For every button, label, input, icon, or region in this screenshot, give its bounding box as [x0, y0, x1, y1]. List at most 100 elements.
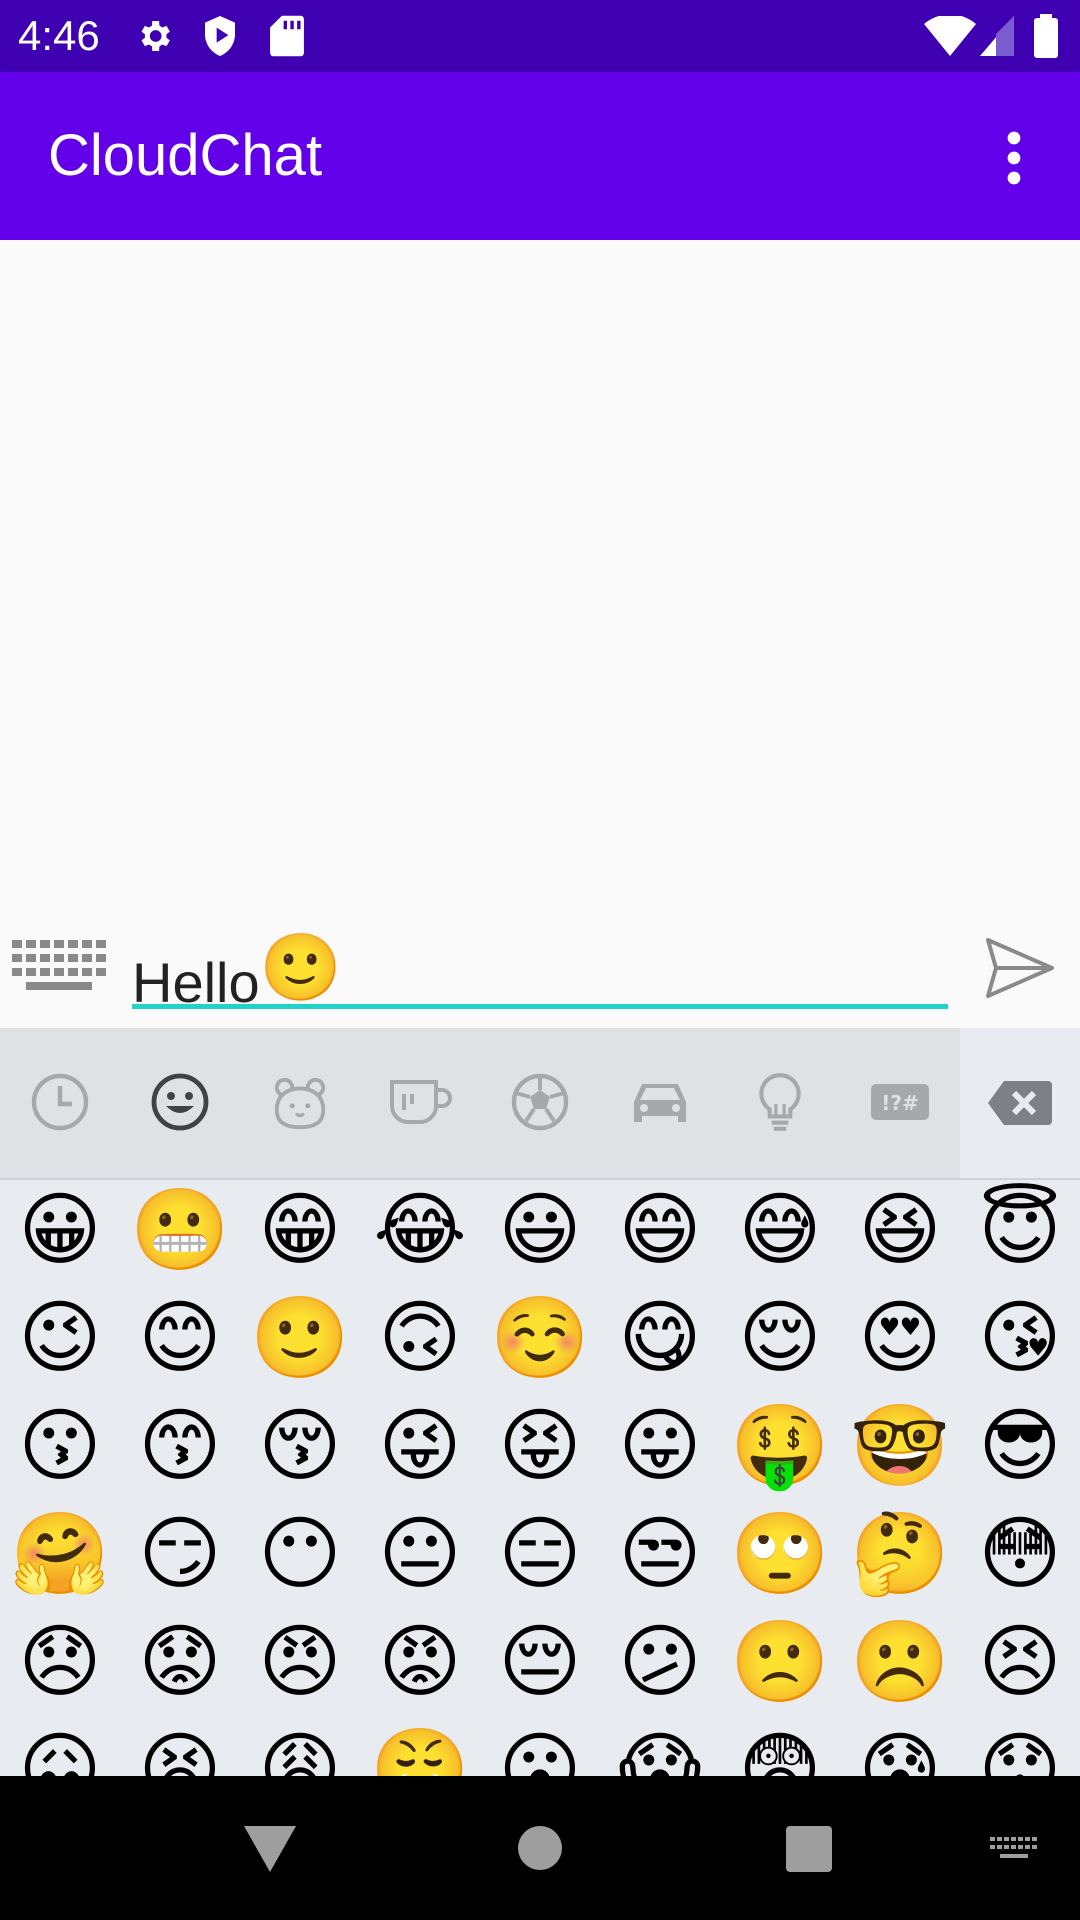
emoji-key[interactable]: 😖	[10, 1720, 110, 1776]
emoji-key[interactable]: 🤔	[850, 1504, 950, 1604]
sd-card-icon	[270, 15, 304, 57]
animals-icon	[274, 1077, 326, 1130]
back-icon[interactable]	[244, 1826, 296, 1872]
app-bar: CloudChat	[0, 72, 1080, 240]
emoji-key[interactable]: 🤗	[10, 1504, 110, 1604]
emoji-key[interactable]: 😠	[250, 1612, 350, 1712]
emoji-key[interactable]: 😆	[850, 1180, 950, 1280]
emoji-key[interactable]: 😶	[250, 1504, 350, 1604]
emoji-key[interactable]: 😟	[130, 1612, 230, 1712]
emoji-key[interactable]: 😤	[370, 1720, 470, 1776]
emoji-key[interactable]: 😨	[730, 1720, 830, 1776]
emoji-key[interactable]: 🙃	[370, 1288, 470, 1388]
emoji-key[interactable]: 😗	[10, 1396, 110, 1496]
smileys-icon	[151, 1073, 209, 1131]
emoji-key[interactable]: 😔	[490, 1612, 590, 1712]
travel-icon	[634, 1084, 686, 1122]
backspace-icon	[988, 1081, 1052, 1125]
emoji-key[interactable]: 🤓	[850, 1396, 950, 1496]
emoji-tab-objects[interactable]	[725, 1050, 835, 1154]
emoji-key[interactable]: 😞	[10, 1612, 110, 1712]
objects-icon	[759, 1073, 801, 1131]
emoji-key[interactable]: 😱	[610, 1720, 710, 1776]
more-vert-icon[interactable]	[990, 128, 1038, 188]
shield-icon	[205, 16, 235, 56]
emoji-key[interactable]: 😳	[970, 1504, 1070, 1604]
emoji-tab-travel[interactable]	[605, 1050, 715, 1154]
emoji-key[interactable]: 😮	[490, 1720, 590, 1776]
emoji-key[interactable]: 😘	[970, 1288, 1070, 1388]
emoji-key[interactable]: ☺️	[490, 1288, 590, 1388]
emoji-keyboard: !?# 😀 😬 😁 😂 😃 😄 😅 😆 😇 😉 😊 🙂 🙃 ☺️ 😋 😌 😍 😘 😗 😙 😚 😜 😝 😛 🤑 🤓 😎 🤗 😏 😶 😐 😑 😒 🙄 🤔…	[0, 1028, 1080, 1776]
wifi-icon	[924, 16, 976, 56]
composer: Hello🙂	[0, 900, 1080, 1028]
emoji-tab-animals[interactable]	[245, 1050, 355, 1154]
emoji-key[interactable]: ☹️	[850, 1612, 950, 1712]
emoji-key[interactable]: 😝	[490, 1396, 590, 1496]
emoji-key[interactable]: 😎	[970, 1396, 1070, 1496]
emoji-key[interactable]: 🤑	[730, 1396, 830, 1496]
emoji-tab-recent[interactable]	[5, 1050, 115, 1154]
status-bar: 4:46	[0, 0, 1080, 72]
emoji-key[interactable]: 😉	[10, 1288, 110, 1388]
send-icon[interactable]	[984, 936, 1056, 1000]
emoji-key[interactable]: 😫	[130, 1720, 230, 1776]
emoji-key[interactable]: 🙁	[730, 1612, 830, 1712]
food-icon	[390, 1080, 452, 1124]
message-text: Hello	[132, 951, 260, 1014]
emoji-key[interactable]: 😰	[850, 1720, 950, 1776]
symbols-label: !?#	[881, 1091, 918, 1115]
emoji-key[interactable]: 🙄	[730, 1504, 830, 1604]
navigation-bar	[0, 1776, 1080, 1920]
emoji-tab-symbols[interactable]: !?#	[845, 1050, 955, 1154]
emoji-key[interactable]: 😍	[850, 1288, 950, 1388]
emoji-tab-food[interactable]	[365, 1050, 475, 1154]
emoji-key[interactable]: 😙	[130, 1396, 230, 1496]
recent-icon	[31, 1073, 89, 1131]
keyboard-switch-icon[interactable]	[990, 1836, 1038, 1864]
emoji-key[interactable]: 😄	[610, 1180, 710, 1280]
message-input[interactable]: Hello🙂	[132, 920, 948, 1014]
status-time: 4:46	[18, 12, 100, 59]
recents-icon[interactable]	[786, 1826, 832, 1872]
keyboard-icon[interactable]	[12, 940, 108, 992]
emoji-key[interactable]: 😁	[250, 1180, 350, 1280]
message-input-text: Hello🙂	[132, 934, 342, 1016]
sports-icon	[511, 1073, 569, 1131]
emoji-key[interactable]: 😑	[490, 1504, 590, 1604]
emoji-key[interactable]: 😐	[370, 1504, 470, 1604]
emoji-key[interactable]: 😚	[250, 1396, 350, 1496]
message-emoji: 🙂	[259, 930, 342, 1004]
backspace-button[interactable]	[960, 1028, 1080, 1178]
emoji-key[interactable]: 😯	[970, 1720, 1070, 1776]
emoji-grid: 😀 😬 😁 😂 😃 😄 😅 😆 😇 😉 😊 🙂 🙃 ☺️ 😋 😌 😍 😘 😗 😙 😚 😜 😝 😛 🤑 🤓 😎 🤗 😏 😶 😐 😑 😒 🙄 🤔 😳 😞 😟 😠…	[0, 1180, 1080, 1776]
emoji-key[interactable]: 😏	[130, 1504, 230, 1604]
emoji-key[interactable]: 😣	[970, 1612, 1070, 1712]
emoji-key[interactable]: 😩	[250, 1720, 350, 1776]
emoji-key[interactable]: 😃	[490, 1180, 590, 1280]
signal-icon	[980, 16, 1014, 56]
emoji-key[interactable]: 😕	[610, 1612, 710, 1712]
emoji-key[interactable]: 😜	[370, 1396, 470, 1496]
emoji-key[interactable]: 😊	[130, 1288, 230, 1388]
emoji-key[interactable]: 😅	[730, 1180, 830, 1280]
settings-icon	[141, 21, 170, 51]
app-title: CloudChat	[48, 123, 323, 188]
emoji-key[interactable]: 😛	[610, 1396, 710, 1496]
emoji-key[interactable]: 😒	[610, 1504, 710, 1604]
battery-icon	[1034, 14, 1058, 58]
home-icon[interactable]	[518, 1826, 562, 1870]
emoji-key[interactable]: 😀	[10, 1180, 110, 1280]
emoji-key[interactable]: 😇	[970, 1180, 1070, 1280]
emoji-tab-smileys[interactable]	[125, 1050, 235, 1154]
emoji-key[interactable]: 😂	[370, 1180, 470, 1280]
emoji-key[interactable]: 😋	[610, 1288, 710, 1388]
emoji-key[interactable]: 😌	[730, 1288, 830, 1388]
message-list[interactable]	[0, 240, 1080, 900]
emoji-key[interactable]: 😬	[130, 1180, 230, 1280]
emoji-key[interactable]: 😡	[370, 1612, 470, 1712]
emoji-key[interactable]: 🙂	[250, 1288, 350, 1388]
emoji-tab-sports[interactable]	[485, 1050, 595, 1154]
symbols-icon: !?#	[871, 1084, 929, 1120]
emoji-category-bar: !?#	[0, 1028, 1080, 1180]
